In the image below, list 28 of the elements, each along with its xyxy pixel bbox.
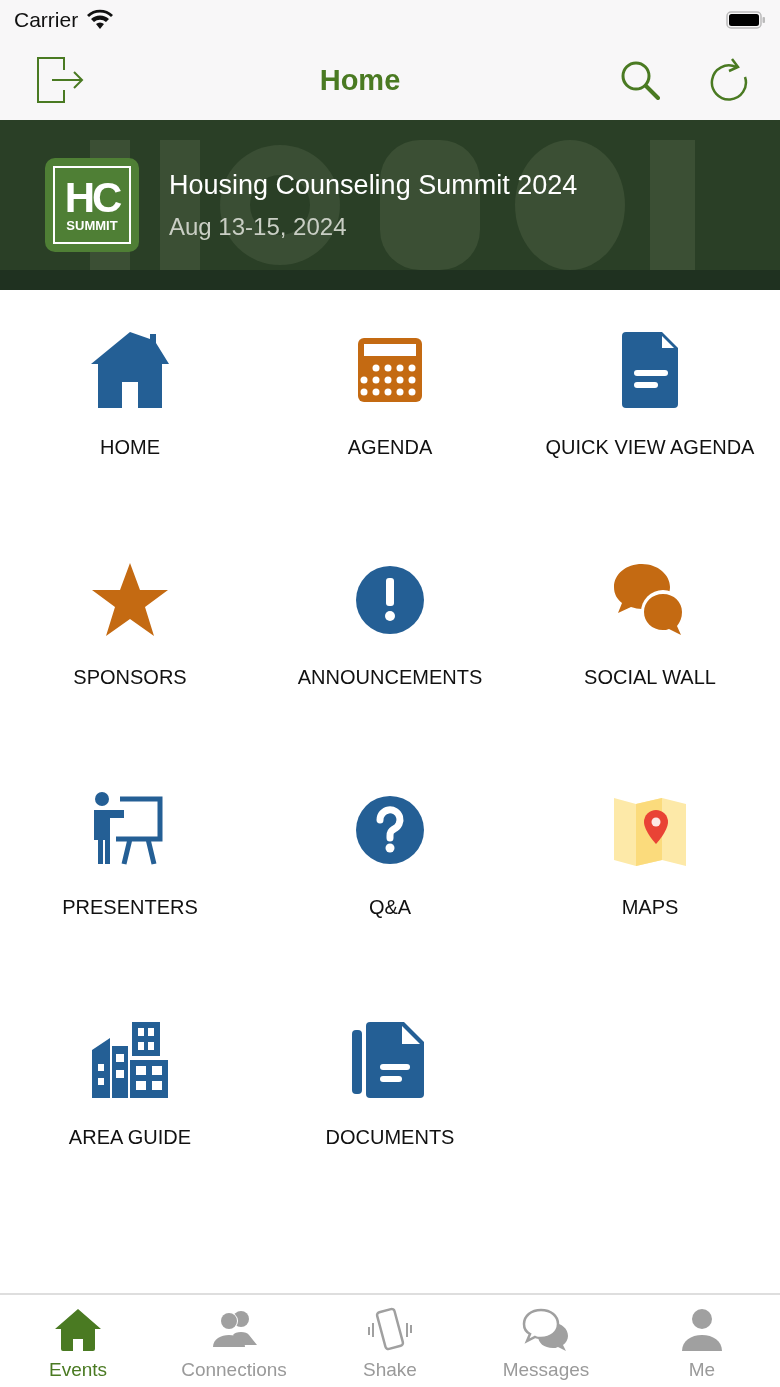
event-title: Housing Counseling Summit 2024: [169, 169, 578, 201]
menu-tile[interactable]: ANNOUNCEMENTS: [260, 560, 520, 710]
event-dates: Aug 13-15, 2024: [169, 212, 348, 241]
menu-tile[interactable]: SPONSORS: [0, 560, 260, 710]
wifi-icon: [86, 9, 115, 31]
logout-button[interactable]: [36, 56, 84, 104]
menu-tile[interactable]: QUICK VIEW AGENDA: [520, 330, 780, 480]
menu-tile[interactable]: Q&A: [260, 790, 520, 940]
logo-text: HC: [64, 176, 120, 219]
tab[interactable]: Events: [0, 1305, 156, 1387]
menu-tile[interactable]: PRESENTERS: [0, 790, 260, 940]
search-icon: [620, 60, 660, 100]
menu-tile[interactable]: AGENDA: [260, 330, 520, 480]
house-icon: [90, 330, 170, 410]
logout-icon: [36, 56, 84, 104]
menu-tile[interactable]: DOCUMENTS: [260, 1020, 520, 1170]
search-button[interactable]: [620, 60, 660, 100]
logo-text: SUMMIT: [66, 218, 118, 234]
menu-tile[interactable]: AREA GUIDE: [0, 1020, 260, 1170]
menu-tile[interactable]: MAPS: [520, 790, 780, 940]
buildings-icon: [90, 1020, 170, 1100]
page-title: Home: [319, 63, 401, 97]
carrier-label: Carrier: [14, 8, 79, 32]
menu-tile[interactable]: SOCIAL WALL: [520, 560, 780, 710]
refresh-icon: [710, 57, 750, 103]
menu-tile[interactable]: HOME: [0, 330, 260, 480]
refresh-button[interactable]: [710, 57, 750, 103]
battery-icon: [726, 10, 766, 30]
